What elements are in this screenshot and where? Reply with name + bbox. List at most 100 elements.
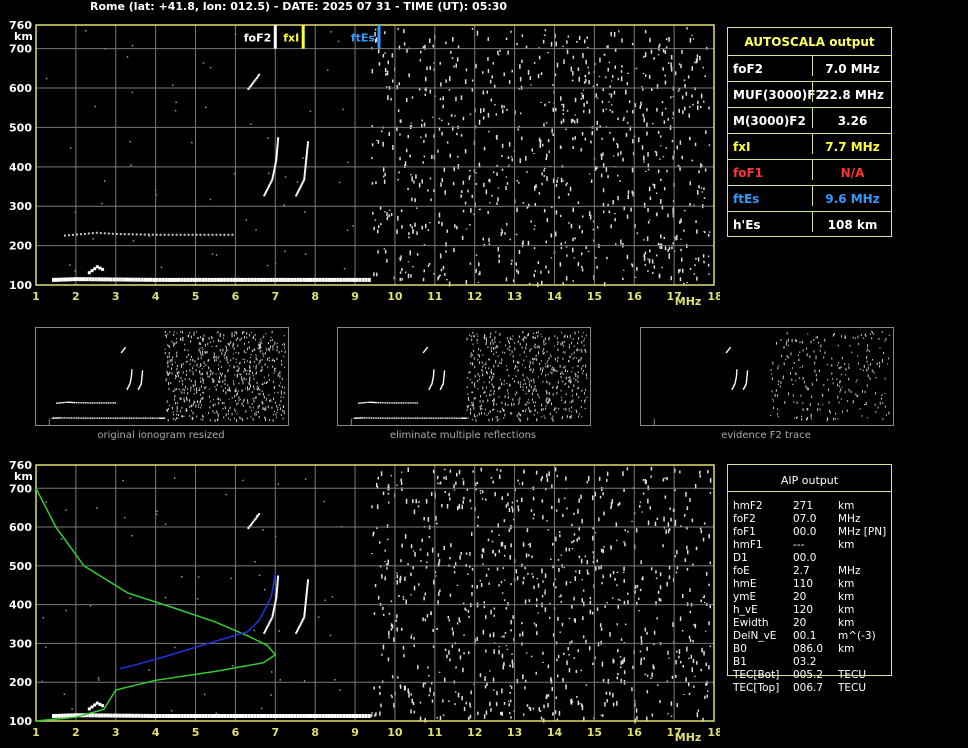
noise-point <box>527 240 530 246</box>
thumb-noise <box>266 398 267 400</box>
trace-f2-x-point <box>303 614 306 617</box>
thumb-noise <box>510 412 512 415</box>
thumb-noise <box>538 351 539 355</box>
noise-point <box>620 151 622 155</box>
noise-point <box>573 657 576 659</box>
thumb-noise <box>802 402 804 404</box>
thumb-noise <box>479 400 481 403</box>
thumb-noise <box>778 365 780 367</box>
thumb-noise <box>476 338 478 342</box>
thumb-noise <box>193 331 195 333</box>
noise-point <box>540 72 543 75</box>
noise-point <box>656 212 658 217</box>
thumb-noise <box>580 348 582 351</box>
thumb-noise <box>535 355 537 357</box>
noise-point <box>245 219 248 221</box>
trace-f2-x-point <box>305 155 308 157</box>
noise-point <box>667 522 670 527</box>
trace-es-point <box>115 713 119 718</box>
thumb-trace <box>459 417 461 419</box>
noise-point <box>462 500 464 504</box>
noise-point <box>674 555 677 558</box>
thumb-noise <box>243 398 245 402</box>
noise-point <box>708 106 710 110</box>
thumb-noise <box>836 378 838 380</box>
noise-point <box>648 74 651 79</box>
thumb-noise <box>541 360 543 362</box>
x-tick-label: 16 <box>627 726 643 739</box>
noise-point <box>615 522 618 527</box>
thumb-noise <box>283 391 285 395</box>
thumb-noise <box>864 404 865 406</box>
thumb-noise <box>570 380 572 383</box>
noise-point <box>595 93 597 98</box>
caption-eliminate: eliminate multiple reflections <box>389 430 537 441</box>
trace-es-point <box>293 277 297 282</box>
thumb-noise <box>274 410 275 412</box>
thumb-noise <box>234 331 236 334</box>
thumb-trace <box>60 402 62 404</box>
noise-point <box>452 181 455 186</box>
noise-point <box>688 657 690 659</box>
noise-point <box>483 182 485 187</box>
thumb-noise <box>567 370 568 373</box>
noise-point <box>468 615 470 618</box>
thumb-noise <box>560 342 562 346</box>
noise-point <box>388 214 390 218</box>
noise-point <box>650 49 653 54</box>
thumb-noise <box>533 378 535 381</box>
thumb-noise <box>497 364 499 367</box>
thumb-noise <box>190 379 192 382</box>
thumb-noise <box>536 346 538 349</box>
noise-point <box>689 136 691 141</box>
noise-point <box>668 246 671 250</box>
noise-point <box>175 101 177 104</box>
thumb-noise <box>283 410 285 412</box>
thumb-noise <box>250 354 252 356</box>
noise-point <box>546 218 549 223</box>
noise-point <box>528 282 531 285</box>
trace-f2-o-point <box>276 587 279 590</box>
noise-point <box>404 271 407 274</box>
noise-point <box>647 152 649 157</box>
noise-point <box>536 631 538 636</box>
thumb-noise <box>185 385 187 389</box>
thumb-noise <box>575 357 577 359</box>
noise-point <box>704 231 706 234</box>
noise-point <box>459 620 461 623</box>
trace-f2-o-point <box>273 606 276 609</box>
noise-point <box>702 66 705 69</box>
thumb-noise <box>772 400 774 402</box>
thumb-noise <box>820 344 822 348</box>
thumb-noise <box>210 400 211 402</box>
thumb-noise <box>237 344 239 347</box>
thumb-noise <box>882 361 883 363</box>
noise-point <box>410 634 413 636</box>
noise-point <box>578 76 580 82</box>
thumb-noise <box>176 413 178 416</box>
thumb-noise <box>232 357 234 360</box>
thumb-trace <box>364 401 367 404</box>
noise-point <box>458 648 460 652</box>
thumb-noise <box>212 372 214 375</box>
noise-point <box>410 693 412 696</box>
noise-point <box>608 210 611 214</box>
autoscala-value: N/A <box>812 160 892 180</box>
thumb-noise <box>540 367 542 371</box>
noise-point <box>547 664 550 669</box>
noise-point <box>412 701 415 706</box>
thumb-noise <box>548 397 550 400</box>
noise-point <box>425 76 427 82</box>
noise-point <box>694 675 696 677</box>
noise-point <box>666 169 668 173</box>
noise-point <box>684 84 686 89</box>
noise-point <box>577 649 579 653</box>
noise-point <box>592 535 594 541</box>
trace-es-point <box>321 714 325 718</box>
thumb-noise <box>867 374 869 378</box>
noise-point <box>160 266 163 269</box>
noise-point <box>548 101 550 103</box>
noise-point <box>544 607 547 612</box>
thumb-noise <box>829 411 831 414</box>
thumb-noise <box>178 374 179 378</box>
